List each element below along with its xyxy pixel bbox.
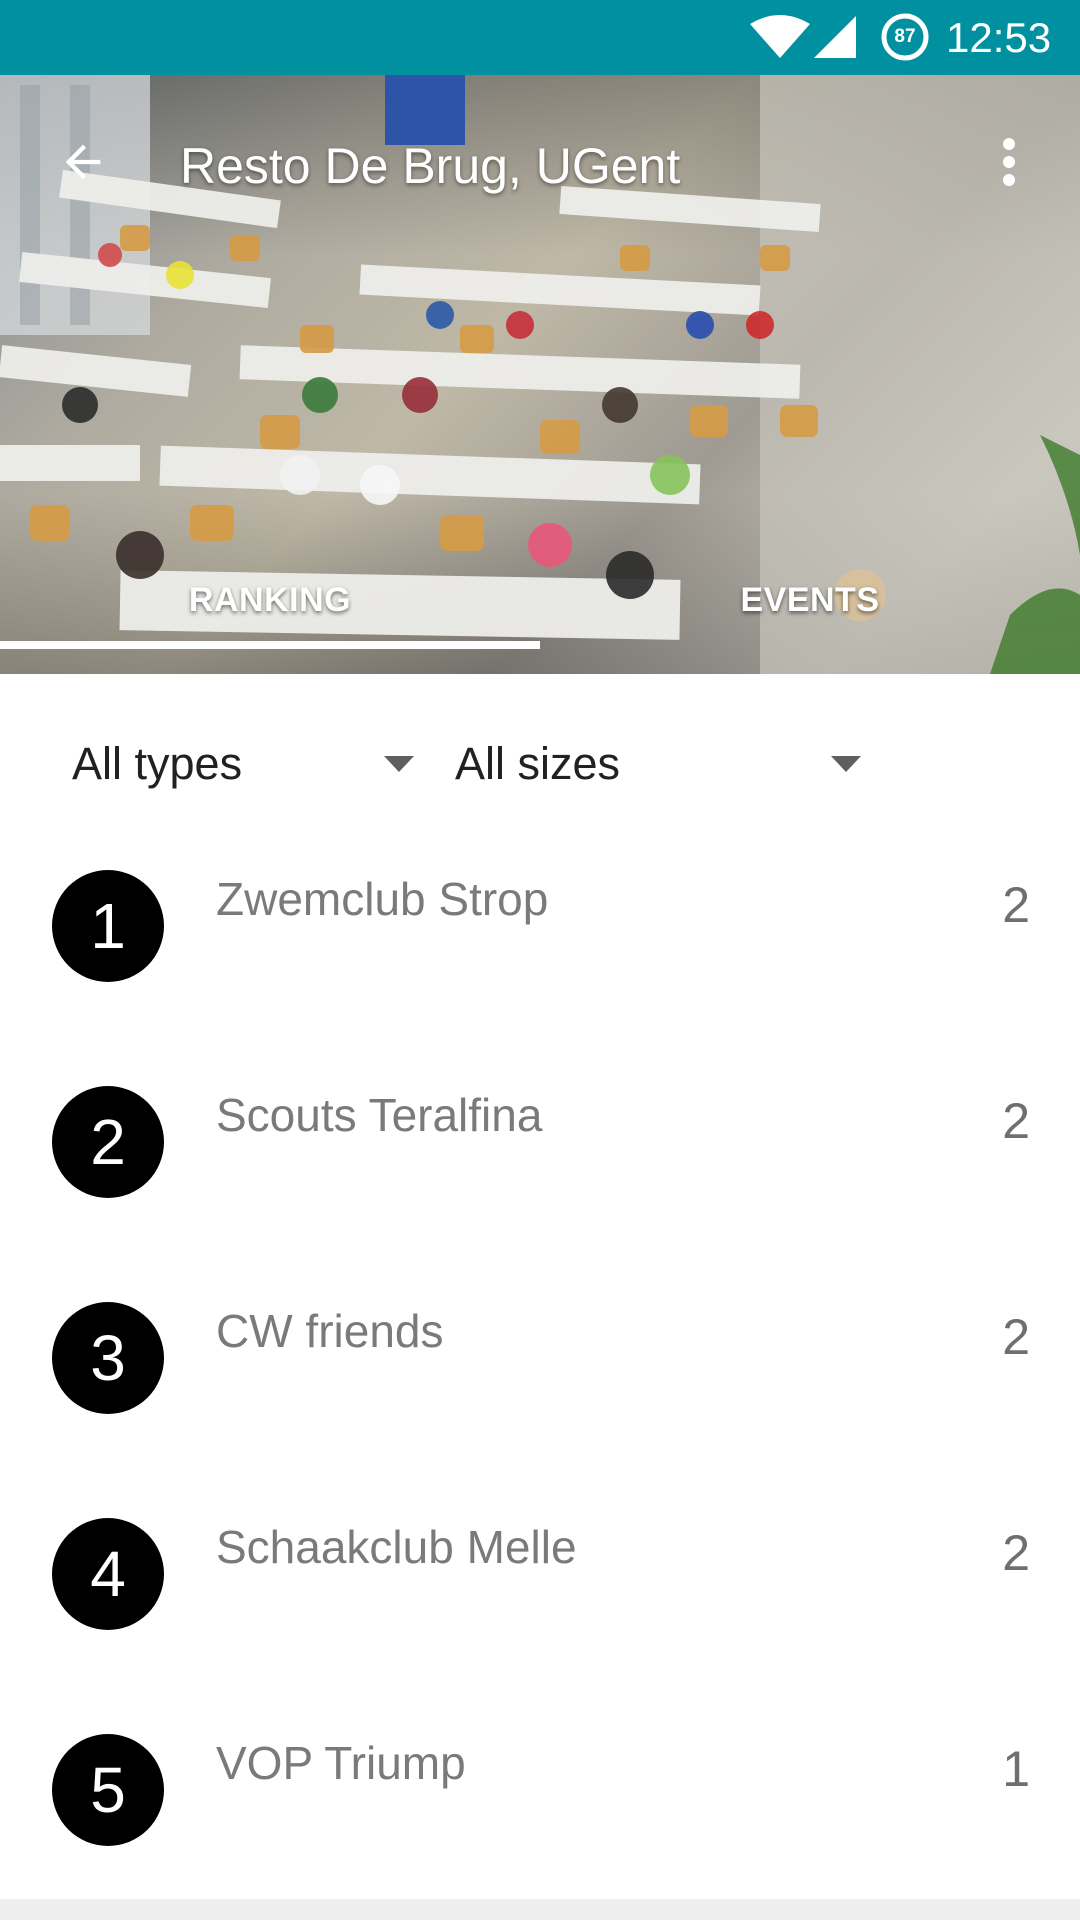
rank-badge: 3: [52, 1302, 164, 1414]
wifi-icon: [750, 15, 810, 58]
dropdown-arrow-icon: [831, 756, 861, 772]
list-item[interactable]: 1 Zwemclub Strop 2: [0, 844, 1080, 1060]
tab-events[interactable]: EVENTS: [540, 535, 1080, 665]
team-score: 2: [1002, 877, 1030, 933]
type-filter-value: All types: [72, 738, 243, 789]
list-item[interactable]: 5 VOP Triump 1: [0, 1708, 1080, 1920]
team-name: Scouts Teralfina: [216, 1089, 543, 1141]
dropdown-arrow-icon: [384, 756, 414, 772]
size-filter-dropdown[interactable]: All sizes: [455, 724, 875, 804]
rank-badge: 5: [52, 1734, 164, 1846]
team-name: Zwemclub Strop: [216, 873, 549, 925]
team-score: 2: [1002, 1525, 1030, 1581]
rank-badge: 4: [52, 1518, 164, 1630]
team-score: 2: [1002, 1093, 1030, 1149]
arrow-back-icon: [65, 144, 101, 180]
status-bar: 87 12:53: [0, 0, 1080, 75]
team-score: 2: [1002, 1309, 1030, 1365]
battery-level: 87: [894, 26, 916, 47]
rank-badge: 2: [52, 1086, 164, 1198]
size-filter-value: All sizes: [455, 738, 621, 789]
tab-indicator: [0, 641, 540, 649]
list-item[interactable]: 4 Schaakclub Melle 2: [0, 1492, 1080, 1708]
header-hero: Resto De Brug, UGent RANKING EVENTS: [0, 75, 1080, 674]
ranking-list: 1 Zwemclub Strop 2 2 Scouts Teralfina 2 …: [0, 844, 1080, 1899]
overflow-menu-button[interactable]: [984, 127, 1034, 197]
more-vert-icon: [1003, 138, 1015, 186]
screen: 87 12:53 Resto De Brug, UGent RANKING EV…: [0, 0, 1080, 1920]
list-item[interactable]: 3 CW friends 2: [0, 1276, 1080, 1492]
filter-bar: All types All sizes: [0, 674, 1080, 844]
rank-badge: 1: [52, 870, 164, 982]
page-title: Resto De Brug, UGent: [180, 138, 681, 194]
team-name: Schaakclub Melle: [216, 1521, 577, 1573]
type-filter-dropdown[interactable]: All types: [72, 724, 422, 804]
team-score: 1: [1002, 1741, 1030, 1797]
back-button[interactable]: [48, 127, 118, 197]
tab-bar: RANKING EVENTS: [0, 535, 1080, 674]
team-name: CW friends: [216, 1305, 444, 1357]
cell-signal-icon: [814, 16, 856, 58]
bottom-divider: [0, 1899, 1080, 1920]
team-name: VOP Triump: [216, 1737, 466, 1789]
list-item[interactable]: 2 Scouts Teralfina 2: [0, 1060, 1080, 1276]
clock: 12:53: [946, 14, 1052, 61]
